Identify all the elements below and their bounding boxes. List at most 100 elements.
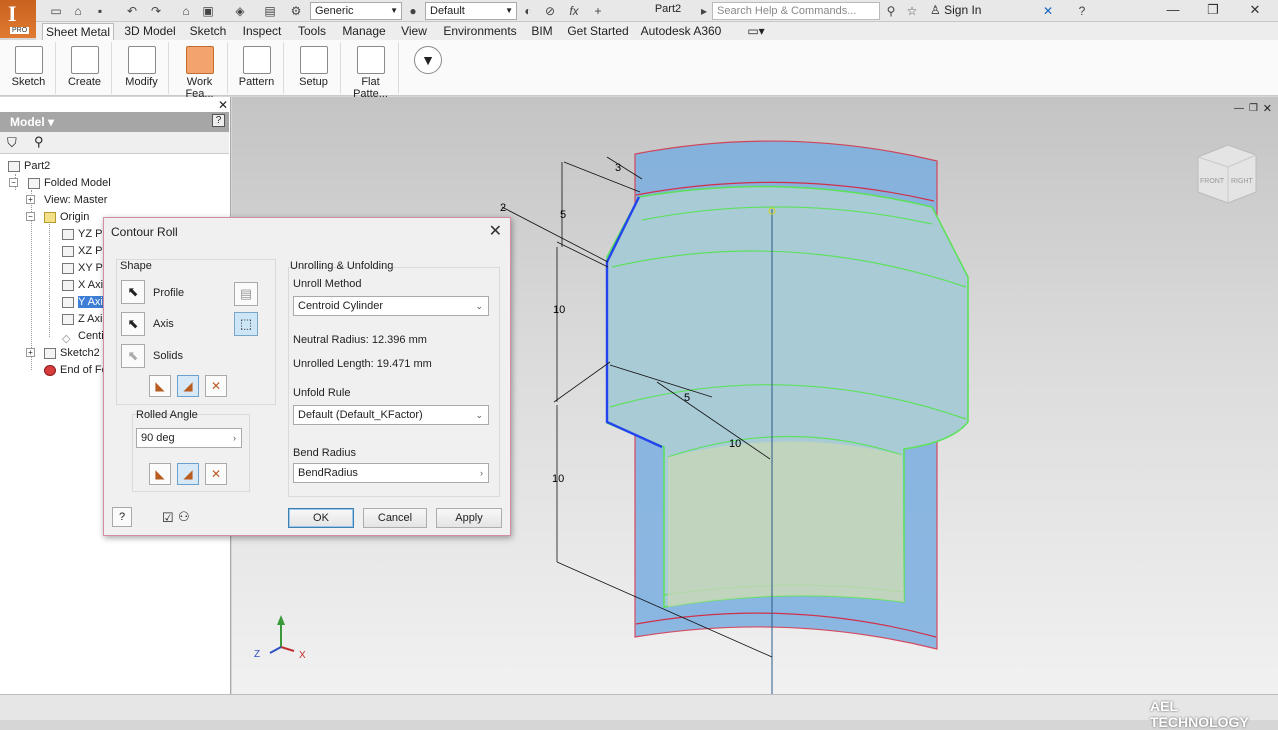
parameters-icon[interactable]: fx [566,3,582,19]
ribbon-flat-pattern-button[interactable]: Flat Patte... [343,42,399,100]
measure-icon[interactable]: ▤ [262,3,278,19]
tab-sketch[interactable]: Sketch [188,23,228,40]
ribbon-work-features-button[interactable]: Work Fea... [172,42,228,100]
tree-item-sketch2[interactable]: Sketch2 [44,345,100,361]
direction-right-icon[interactable]: ◢ [177,375,199,397]
ribbon-pattern-button[interactable]: Pattern [230,42,284,94]
model-browser-header[interactable]: Model ▾ [0,112,229,132]
sign-in-button[interactable]: ♙ Sign In [930,3,1000,17]
collapse-icon[interactable]: − [26,212,35,221]
help-search-input[interactable]: Search Help & Commands... [712,2,880,20]
viewport-minimize-icon[interactable]: — [1234,103,1244,114]
new-file-icon[interactable]: ▭ [48,3,64,19]
sheet-icon[interactable]: ▤ [234,282,258,306]
viewport-restore-icon[interactable]: ❐ [1249,103,1258,114]
viewport-close-icon[interactable]: ✕ [1263,102,1272,115]
tree-item-y-axis[interactable]: Y Axis [62,294,109,310]
undo-icon[interactable]: ↶ [124,3,140,19]
new-solid-icon[interactable]: ⬚ [234,312,258,336]
panel-close-icon[interactable]: ✕ [218,98,228,112]
plane-icon [62,228,74,240]
bend-radius-input[interactable]: BendRadius › [293,463,489,483]
ribbon-options-icon[interactable]: ▭▾ [744,23,768,40]
ribbon-sketch-button[interactable]: Sketch [2,42,56,94]
ribbon-modify-button[interactable]: Modify [115,42,169,94]
tree-item-view-master[interactable]: View: Master [44,192,107,208]
close-window-icon[interactable]: ✕ [1240,2,1270,20]
viewcube[interactable]: FRONT RIGHT [1197,144,1257,204]
filter-icon[interactable]: ⛉ [7,135,17,151]
snap-icon[interactable]: + [590,3,606,19]
dialog-help-button[interactable]: ? [112,507,132,527]
expand-icon[interactable]: + [26,348,35,357]
open-folder-icon[interactable]: ⌂ [70,3,86,19]
help-icon[interactable]: ? [1074,3,1090,19]
update-icon[interactable]: ⚙ [288,3,304,19]
preview-checkbox-icon[interactable]: ☑ [162,510,174,526]
tab-manage[interactable]: Manage [340,23,388,40]
dialog-close-icon[interactable]: ✕ [489,221,502,241]
unroll-method-select[interactable]: Centroid Cylinder ⌄ [293,296,489,316]
tree-item-folded-model[interactable]: Folded Model [28,175,111,191]
cancel-button[interactable]: Cancel [363,508,427,528]
restore-icon[interactable]: ❐ [1198,2,1228,20]
tree-item-center-point[interactable]: ◇ Centi [62,328,104,345]
select-filter-icon[interactable]: ◈ [232,3,248,19]
save-icon[interactable]: ▪ [92,3,108,19]
tab-3d-model[interactable]: 3D Model [120,23,180,40]
tab-bim[interactable]: BIM [528,23,556,40]
find-binoculars-icon[interactable]: ⚲ [34,134,44,150]
shape-group-label: Shape [120,260,152,272]
appearance-icon[interactable]: ● [405,3,421,19]
triad-z-label: Z [254,649,260,660]
material-combo[interactable]: Generic ▼ [310,2,402,20]
solids-select-button[interactable]: ⬉ [121,344,145,368]
angle-direction-both-icon[interactable]: ✕ [205,463,227,485]
tab-get-started[interactable]: Get Started [566,23,630,40]
binoculars-icon[interactable]: ⚲ [883,3,899,19]
tab-autodesk-a360[interactable]: Autodesk A360 [640,23,722,40]
tab-view[interactable]: View [398,23,430,40]
tab-sheet-metal[interactable]: Sheet Metal [42,23,114,40]
favorites-star-icon[interactable]: ☆ [904,3,920,19]
tree-item-x-axis[interactable]: X Axis [62,277,109,293]
appearance-combo[interactable]: Default ▼ [425,2,517,20]
browser-help-icon[interactable]: ? [212,114,225,127]
ok-button[interactable]: OK [288,508,354,528]
tree-item-part2[interactable]: Part2 [8,158,50,174]
direction-left-icon[interactable]: ◣ [149,375,171,397]
angle-direction-left-icon[interactable]: ◣ [149,463,171,485]
tree-item-origin[interactable]: Origin [44,209,89,225]
ribbon-create-button[interactable]: Create [58,42,112,94]
ribbon-more-button[interactable]: ▼ [404,42,452,94]
angle-direction-right-icon[interactable]: ◢ [177,463,199,485]
minimize-icon[interactable]: — [1158,2,1188,20]
plane-icon [62,245,74,257]
redo-icon[interactable]: ↷ [148,3,164,19]
ribbon-setup-button[interactable]: Setup [287,42,341,94]
dimension-label: 10 [729,438,741,450]
rolled-angle-input[interactable]: 90 deg › [136,428,242,448]
clear-appearance-icon[interactable]: ⊘ [542,3,558,19]
project-icon[interactable]: ▣ [200,3,216,19]
profile-select-button[interactable]: ⬉ [121,280,145,304]
home-icon[interactable]: ⌂ [178,3,194,19]
direction-symmetric-icon[interactable]: ✕ [205,375,227,397]
tab-inspect[interactable]: Inspect [240,23,284,40]
tree-item-end-of-folded[interactable]: End of Fo [44,362,108,378]
expand-icon[interactable]: + [26,195,35,204]
tab-environments[interactable]: Environments [440,23,520,40]
glasses-icon[interactable]: ⚇ [178,509,190,525]
collapse-icon[interactable]: − [9,178,18,187]
exchange-apps-icon[interactable]: ✕ [1040,3,1056,19]
unfold-rule-select[interactable]: Default (Default_KFactor) ⌄ [293,405,489,425]
apply-button[interactable]: Apply [436,508,502,528]
tab-tools[interactable]: Tools [294,23,330,40]
axis-select-button[interactable]: ⬉ [121,312,145,336]
axis-icon [62,313,74,325]
dimension-label: 5 [560,209,566,221]
adjust-icon[interactable]: ◐ [520,3,536,19]
tree-item-z-axis[interactable]: Z Axis [62,311,108,327]
application-menu-button[interactable]: I PRO [0,0,36,38]
axis-icon [62,279,74,291]
